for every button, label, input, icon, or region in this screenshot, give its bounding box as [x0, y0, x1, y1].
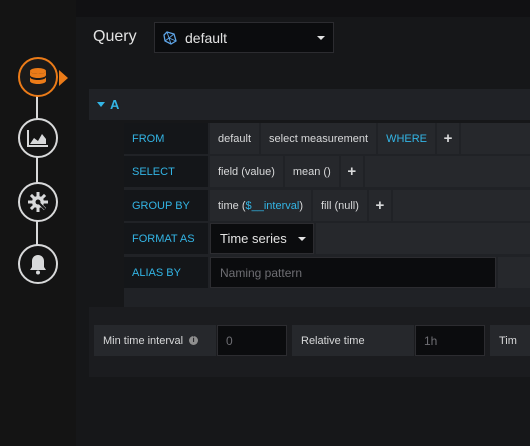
time-prefix: time (: [218, 199, 246, 212]
min-interval-text: Min time interval: [103, 334, 184, 347]
bell-icon: [28, 253, 48, 275]
format-as-value: Time series: [220, 231, 287, 246]
chevron-down-icon: [317, 36, 325, 40]
collapse-caret-icon[interactable]: [97, 102, 105, 107]
retention-policy-segment[interactable]: default: [210, 123, 260, 154]
alias-row-filler: [498, 257, 530, 288]
mean-function-segment[interactable]: mean (): [284, 156, 339, 187]
query-options-bar: Min time interval i 0 Relative time 1h T…: [89, 307, 530, 377]
influx-query-builder: FROM default select measurement WHERE + …: [124, 123, 530, 309]
select-row: SELECT field (value) mean () +: [124, 156, 530, 187]
group-by-row: GROUP BY time ($__interval) fill (null) …: [124, 190, 530, 221]
editor-step-rail: [0, 0, 76, 446]
alias-by-row: ALIAS BY Naming pattern: [124, 257, 530, 288]
field-segment[interactable]: field (value): [210, 156, 283, 187]
select-label: SELECT: [124, 156, 208, 187]
group-by-label: GROUP BY: [124, 190, 208, 221]
group-by-row-filler: [392, 190, 530, 221]
relative-time-input[interactable]: 1h: [415, 325, 485, 356]
alias-by-label: ALIAS BY: [124, 257, 208, 288]
min-interval-label: Min time interval i: [94, 325, 216, 356]
from-row: FROM default select measurement WHERE +: [124, 123, 530, 154]
queries-step[interactable]: [18, 57, 68, 97]
rail-connector: [36, 82, 38, 262]
add-where-button[interactable]: +: [437, 123, 460, 154]
format-as-row: FORMAT AS Time series: [124, 223, 530, 254]
format-as-select[interactable]: Time series: [210, 223, 314, 254]
time-interval-segment[interactable]: time ($__interval): [210, 190, 311, 221]
database-icon: [27, 66, 49, 88]
add-select-button[interactable]: +: [340, 156, 363, 187]
measurement-segment[interactable]: select measurement: [261, 123, 377, 154]
fill-segment[interactable]: fill (null): [313, 190, 367, 221]
min-interval-input[interactable]: 0: [217, 325, 287, 356]
query-editor-panel: Query default A FROM default select meas…: [76, 17, 530, 446]
from-row-filler: [461, 123, 530, 154]
query-row-header[interactable]: A: [89, 89, 530, 120]
time-suffix: ): [299, 199, 303, 212]
info-icon[interactable]: i: [189, 336, 199, 345]
gear-icon: [27, 191, 49, 213]
alias-input[interactable]: Naming pattern: [210, 257, 496, 288]
relative-time-label: Relative time: [292, 325, 414, 356]
datasource-value: default: [185, 29, 228, 46]
select-row-filler: [364, 156, 530, 187]
add-group-by-button[interactable]: +: [368, 190, 391, 221]
influxdb-icon: [163, 30, 177, 45]
query-ref-id: A: [110, 97, 120, 112]
format-row-filler: [316, 223, 530, 254]
general-step[interactable]: [18, 182, 58, 222]
from-label: FROM: [124, 123, 208, 154]
where-keyword: WHERE: [378, 123, 436, 154]
alert-step[interactable]: [18, 244, 58, 284]
visualization-step[interactable]: [18, 118, 58, 158]
format-as-label: FORMAT AS: [124, 223, 208, 254]
query-heading: Query: [93, 28, 137, 45]
time-shift-label: Tim: [490, 325, 530, 356]
interval-variable: $__interval: [245, 199, 300, 212]
chart-icon: [27, 129, 49, 147]
datasource-select[interactable]: default: [154, 22, 334, 53]
chevron-down-icon: [298, 237, 306, 241]
